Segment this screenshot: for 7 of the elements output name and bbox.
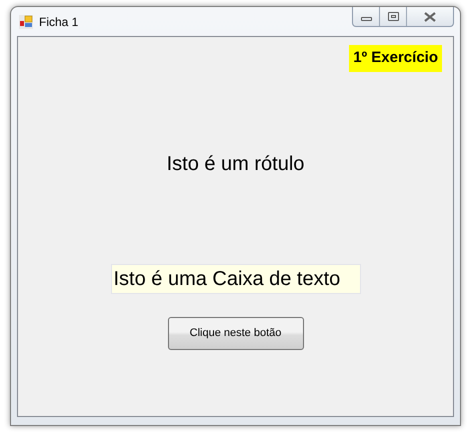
- label-text: Isto é um rótulo: [166, 152, 304, 176]
- exercise-label: 1º Exercício: [349, 45, 442, 72]
- window-title: Ficha 1: [39, 14, 78, 30]
- close-icon: [423, 12, 437, 22]
- app-icon: [19, 14, 33, 28]
- text-box[interactable]: Isto é uma Caixa de texto: [110, 264, 360, 294]
- click-button[interactable]: Clique neste botão: [168, 316, 304, 350]
